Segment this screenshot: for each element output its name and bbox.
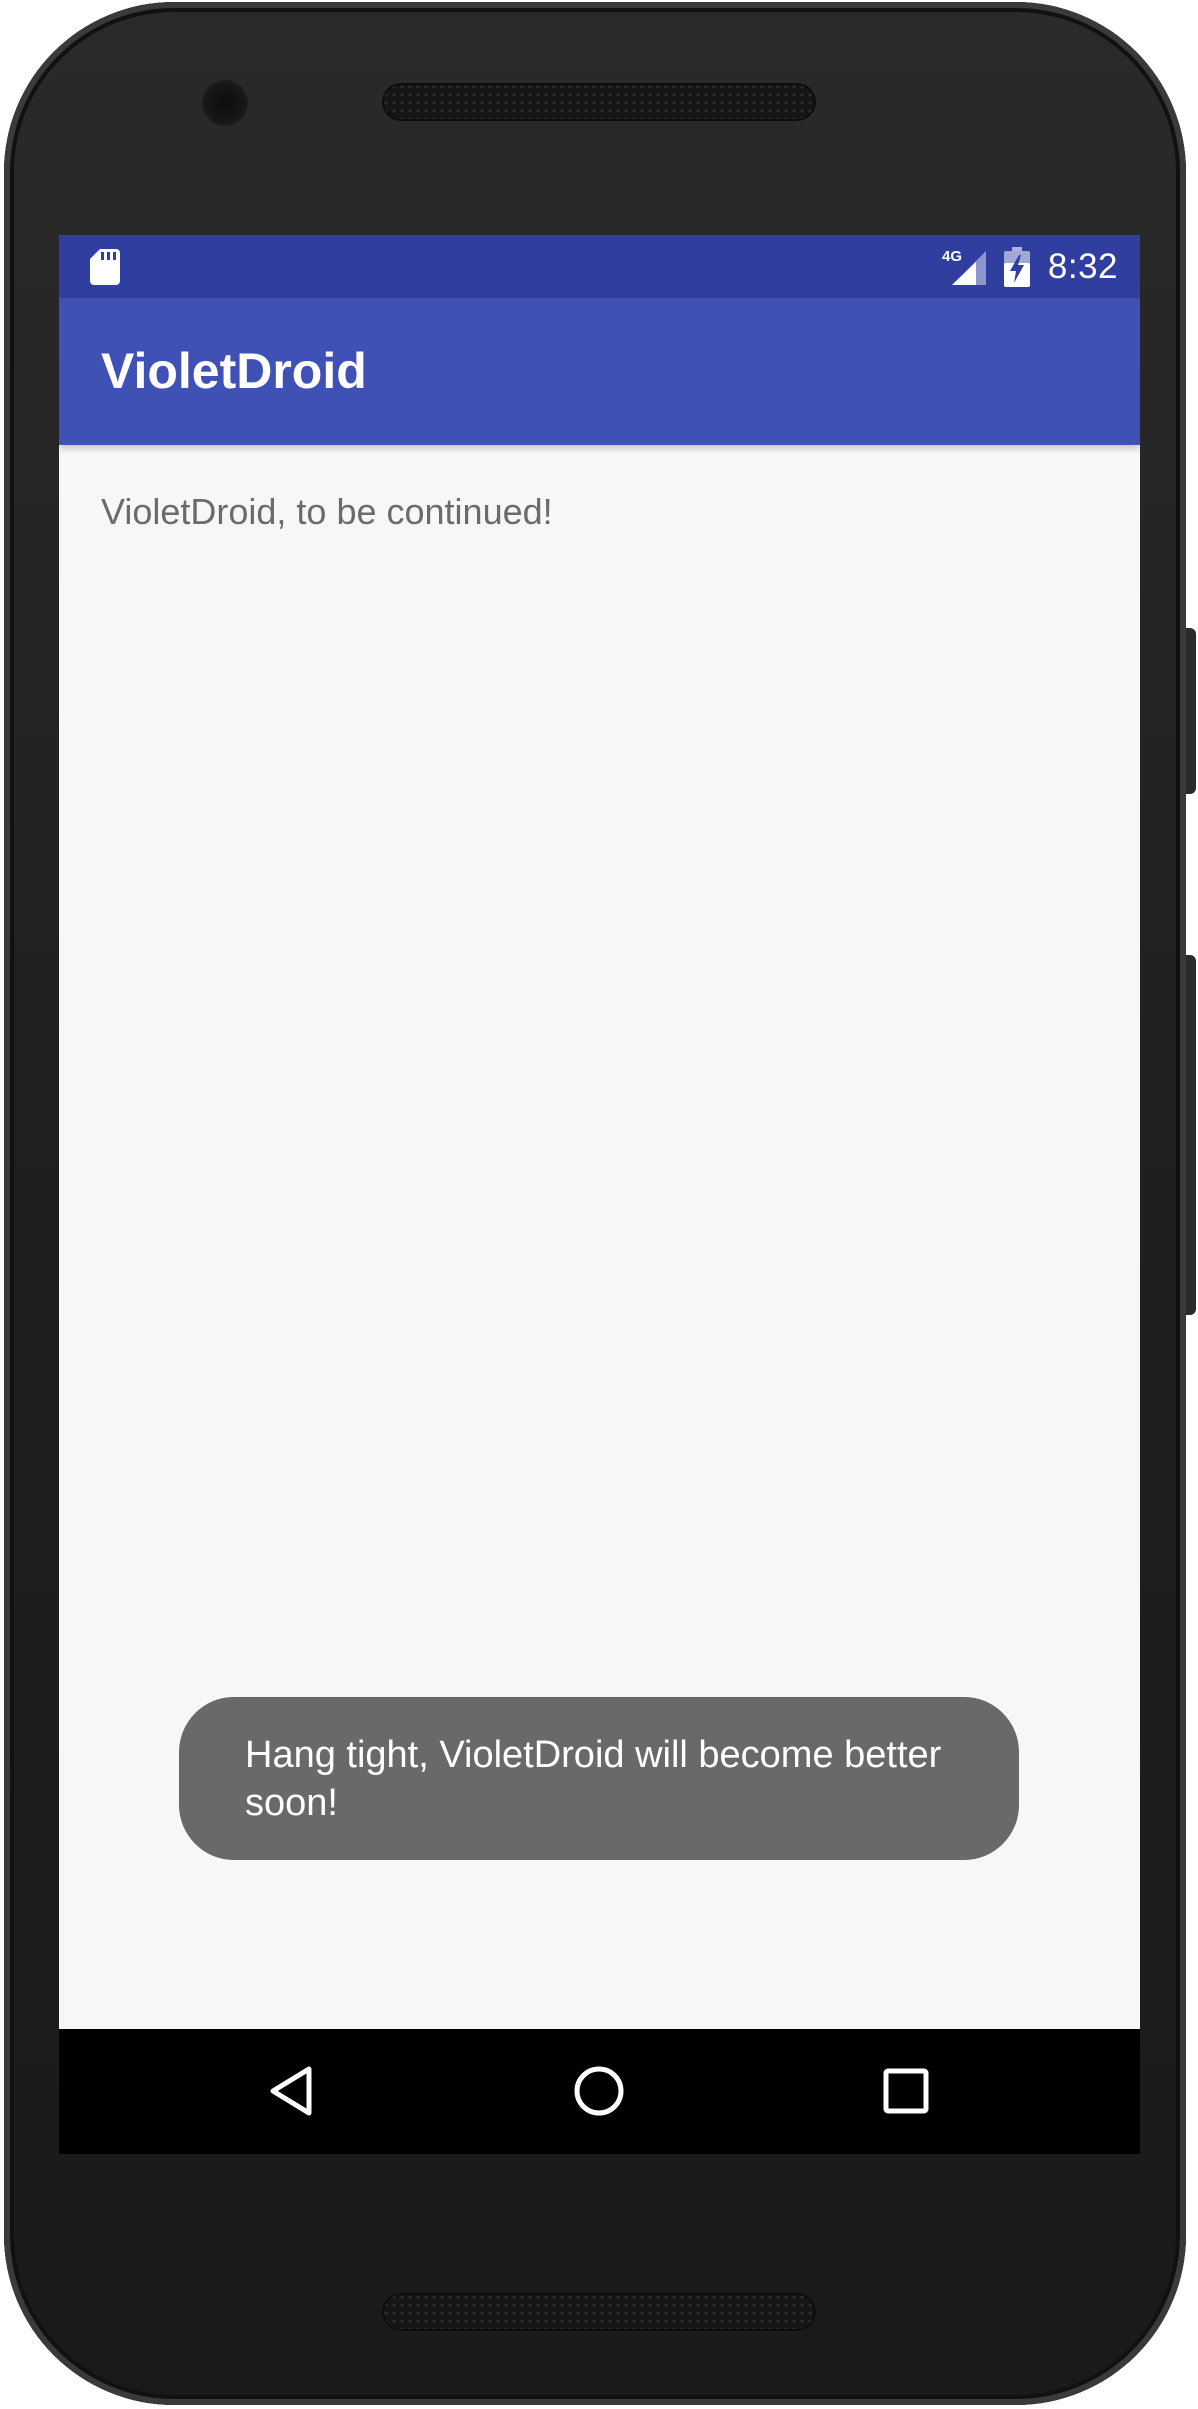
app-toolbar: VioletDroid	[59, 298, 1140, 445]
recents-button[interactable]	[866, 2051, 946, 2131]
power-button[interactable]	[1186, 628, 1196, 794]
app-title: VioletDroid	[101, 343, 367, 399]
recents-icon	[883, 2068, 929, 2114]
volume-button[interactable]	[1186, 955, 1196, 1315]
network-label: 4G	[942, 248, 962, 265]
status-bar: 4G 8:32	[59, 235, 1140, 298]
top-speaker-grille	[382, 83, 816, 121]
back-icon	[270, 2066, 312, 2116]
signal-4g-icon: 4G	[942, 248, 986, 285]
toast-message: Hang tight, VioletDroid will become bett…	[179, 1697, 1019, 1860]
home-button[interactable]	[559, 2051, 639, 2131]
front-camera	[202, 80, 248, 126]
main-message: VioletDroid, to be continued!	[101, 491, 553, 532]
status-time: 8:32	[1047, 246, 1118, 286]
toast-line-2: soon!	[245, 1782, 338, 1824]
navigation-bar	[59, 2029, 1140, 2154]
battery-charging-icon	[1003, 246, 1030, 287]
bottom-speaker-grille	[382, 2293, 816, 2331]
toast-line-1: Hang tight, VioletDroid will become bett…	[245, 1734, 942, 1776]
status-icons: 4G 8:32	[942, 235, 1118, 298]
back-button[interactable]	[252, 2051, 332, 2131]
phone-frame: 4G 8:32 VioletDroid VioletDroid, to be c…	[4, 2, 1196, 2405]
screen: 4G 8:32 VioletDroid VioletDroid, to be c…	[59, 235, 1140, 2154]
home-icon	[574, 2066, 624, 2116]
sd-card-icon	[90, 249, 120, 285]
